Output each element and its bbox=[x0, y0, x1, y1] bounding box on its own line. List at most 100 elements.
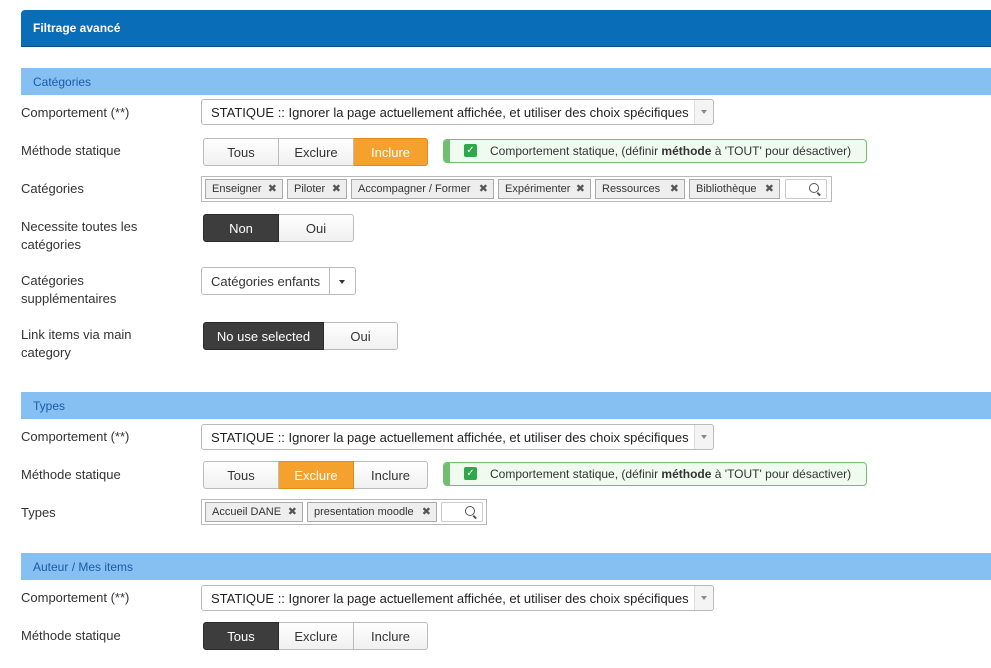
auteur-comportement-label: Comportement (**) bbox=[21, 590, 130, 605]
cat-necessite-non[interactable]: Non bbox=[203, 214, 279, 242]
cat-static-notice: ✓ Comportement statique, (définir méthod… bbox=[443, 139, 867, 163]
tag-item: Accueil DANE ✖ bbox=[205, 502, 303, 522]
cat-supp-dropdown[interactable]: Catégories enfants bbox=[201, 267, 357, 295]
auteur-methode-inclure[interactable]: Inclure bbox=[354, 622, 428, 650]
remove-tag-icon[interactable]: ✖ bbox=[288, 503, 297, 521]
cat-notice-text: Comportement statique, (définir méthode … bbox=[490, 144, 851, 158]
types-static-notice: ✓ Comportement statique, (définir méthod… bbox=[443, 462, 867, 486]
remove-tag-icon[interactable]: ✖ bbox=[765, 180, 774, 198]
tag-label: presentation moodle bbox=[314, 506, 414, 518]
caret-down-icon bbox=[339, 280, 346, 284]
tag-label: Expérimenter bbox=[505, 183, 571, 195]
types-comportement-arrow[interactable] bbox=[694, 425, 713, 449]
cat-link-label: Link items via main category bbox=[21, 326, 132, 362]
notice-accent-bar bbox=[444, 463, 450, 485]
advanced-filter-title: Filtrage avancé bbox=[33, 21, 121, 35]
cat-comportement-value: STATIQUE :: Ignorer la page actuellement… bbox=[211, 105, 689, 120]
tag-item: Ressources ✖ bbox=[595, 179, 685, 199]
section-types-header[interactable]: Types bbox=[21, 392, 991, 419]
tag-item: Accompagner / Former ✖ bbox=[351, 179, 494, 199]
notice-text-bold: méthode bbox=[661, 467, 712, 481]
advanced-filter-header: Filtrage avancé bbox=[21, 10, 991, 47]
cat-link-oui[interactable]: Oui bbox=[324, 322, 398, 350]
types-notice-text: Comportement statique, (définir méthode … bbox=[490, 467, 851, 481]
types-methode-group: Tous Exclure Inclure bbox=[203, 461, 428, 489]
auteur-comportement-arrow[interactable] bbox=[694, 586, 713, 610]
types-tag-search[interactable] bbox=[441, 502, 483, 522]
remove-tag-icon[interactable]: ✖ bbox=[479, 180, 488, 198]
cat-necessite-label-line1: Necessite toutes les bbox=[21, 219, 138, 234]
notice-accent-bar bbox=[444, 140, 450, 162]
cat-methode-exclure[interactable]: Exclure bbox=[279, 138, 354, 166]
cat-methode-group: Tous Exclure Inclure bbox=[203, 138, 428, 166]
auteur-methode-group: Tous Exclure Inclure bbox=[203, 622, 428, 650]
search-icon bbox=[809, 183, 819, 193]
search-icon bbox=[465, 506, 475, 516]
notice-text-pre: Comportement statique, (définir bbox=[490, 144, 662, 158]
tag-item: Piloter ✖ bbox=[287, 179, 347, 199]
section-categories-header[interactable]: Catégories bbox=[21, 68, 991, 95]
tag-item: Bibliothèque ✖ bbox=[689, 179, 780, 199]
cat-link-label-line1: Link items via main bbox=[21, 327, 132, 342]
tag-label: Accueil DANE bbox=[212, 506, 282, 518]
section-auteur-header[interactable]: Auteur / Mes items bbox=[21, 553, 991, 580]
types-methode-inclure[interactable]: Inclure bbox=[354, 461, 428, 489]
cat-methode-inclure[interactable]: Inclure bbox=[354, 138, 428, 166]
section-categories-title: Catégories bbox=[33, 75, 92, 89]
checkmark-icon: ✓ bbox=[464, 144, 477, 157]
cat-supp-label-line1: Catégories bbox=[21, 273, 84, 288]
cat-link-label-line2: category bbox=[21, 345, 71, 360]
section-auteur-title: Auteur / Mes items bbox=[33, 560, 134, 574]
auteur-methode-tous[interactable]: Tous bbox=[203, 622, 279, 650]
notice-text-bold: méthode bbox=[661, 144, 712, 158]
caret-down-icon bbox=[701, 435, 707, 439]
types-types-label: Types bbox=[21, 505, 56, 520]
cat-link-group: No use selected Oui bbox=[203, 322, 398, 350]
cat-necessite-label-line2: catégories bbox=[21, 237, 81, 252]
caret-down-icon bbox=[701, 596, 707, 600]
tag-item: presentation moodle ✖ bbox=[307, 502, 437, 522]
cat-tag-search[interactable] bbox=[785, 179, 827, 199]
checkmark-icon: ✓ bbox=[464, 467, 477, 480]
cat-categories-label: Catégories bbox=[21, 181, 84, 196]
cat-tags-input[interactable]: Enseigner ✖ Piloter ✖ Accompagner / Former… bbox=[201, 176, 832, 202]
notice-text-pre: Comportement statique, (définir bbox=[490, 467, 662, 481]
remove-tag-icon[interactable]: ✖ bbox=[576, 180, 585, 198]
cat-supp-value[interactable]: Catégories enfants bbox=[201, 267, 331, 295]
cat-supp-toggle[interactable] bbox=[330, 267, 357, 295]
types-methode-exclure[interactable]: Exclure bbox=[279, 461, 354, 489]
types-comportement-label: Comportement (**) bbox=[21, 429, 130, 444]
cat-methode-tous[interactable]: Tous bbox=[203, 138, 279, 166]
caret-down-icon bbox=[701, 110, 707, 114]
cat-comportement-label: Comportement (**) bbox=[21, 105, 130, 120]
notice-text-post: à 'TOUT' pour désactiver) bbox=[711, 467, 852, 481]
tag-item: Enseigner ✖ bbox=[205, 179, 283, 199]
section-types-title: Types bbox=[33, 399, 66, 413]
remove-tag-icon[interactable]: ✖ bbox=[332, 180, 341, 198]
auteur-comportement-select[interactable]: STATIQUE :: Ignorer la page actuellement… bbox=[201, 585, 714, 611]
cat-comportement-select[interactable]: STATIQUE :: Ignorer la page actuellement… bbox=[201, 99, 714, 125]
cat-link-no-use[interactable]: No use selected bbox=[203, 322, 324, 350]
cat-necessite-oui[interactable]: Oui bbox=[279, 214, 354, 242]
remove-tag-icon[interactable]: ✖ bbox=[422, 503, 431, 521]
auteur-comportement-value: STATIQUE :: Ignorer la page actuellement… bbox=[211, 591, 689, 606]
cat-methode-label: Méthode statique bbox=[21, 143, 121, 158]
cat-necessite-group: Non Oui bbox=[203, 214, 354, 242]
cat-comportement-arrow[interactable] bbox=[694, 100, 713, 124]
types-tags-input[interactable]: Accueil DANE ✖ presentation moodle ✖ bbox=[201, 499, 487, 525]
remove-tag-icon[interactable]: ✖ bbox=[670, 180, 679, 198]
types-methode-tous[interactable]: Tous bbox=[203, 461, 279, 489]
notice-text-post: à 'TOUT' pour désactiver) bbox=[711, 144, 852, 158]
cat-necessite-label: Necessite toutes les catégories bbox=[21, 218, 137, 254]
auteur-methode-label: Méthode statique bbox=[21, 628, 121, 643]
tag-item: Expérimenter ✖ bbox=[498, 179, 591, 199]
cat-supp-label-line2: supplémentaires bbox=[21, 291, 117, 306]
tag-label: Accompagner / Former bbox=[358, 183, 471, 195]
types-comportement-select[interactable]: STATIQUE :: Ignorer la page actuellement… bbox=[201, 424, 714, 450]
remove-tag-icon[interactable]: ✖ bbox=[268, 180, 277, 198]
types-comportement-value: STATIQUE :: Ignorer la page actuellement… bbox=[211, 430, 689, 445]
tag-label: Piloter bbox=[294, 183, 326, 195]
auteur-methode-exclure[interactable]: Exclure bbox=[279, 622, 354, 650]
tag-label: Enseigner bbox=[212, 183, 262, 195]
types-methode-label: Méthode statique bbox=[21, 467, 121, 482]
